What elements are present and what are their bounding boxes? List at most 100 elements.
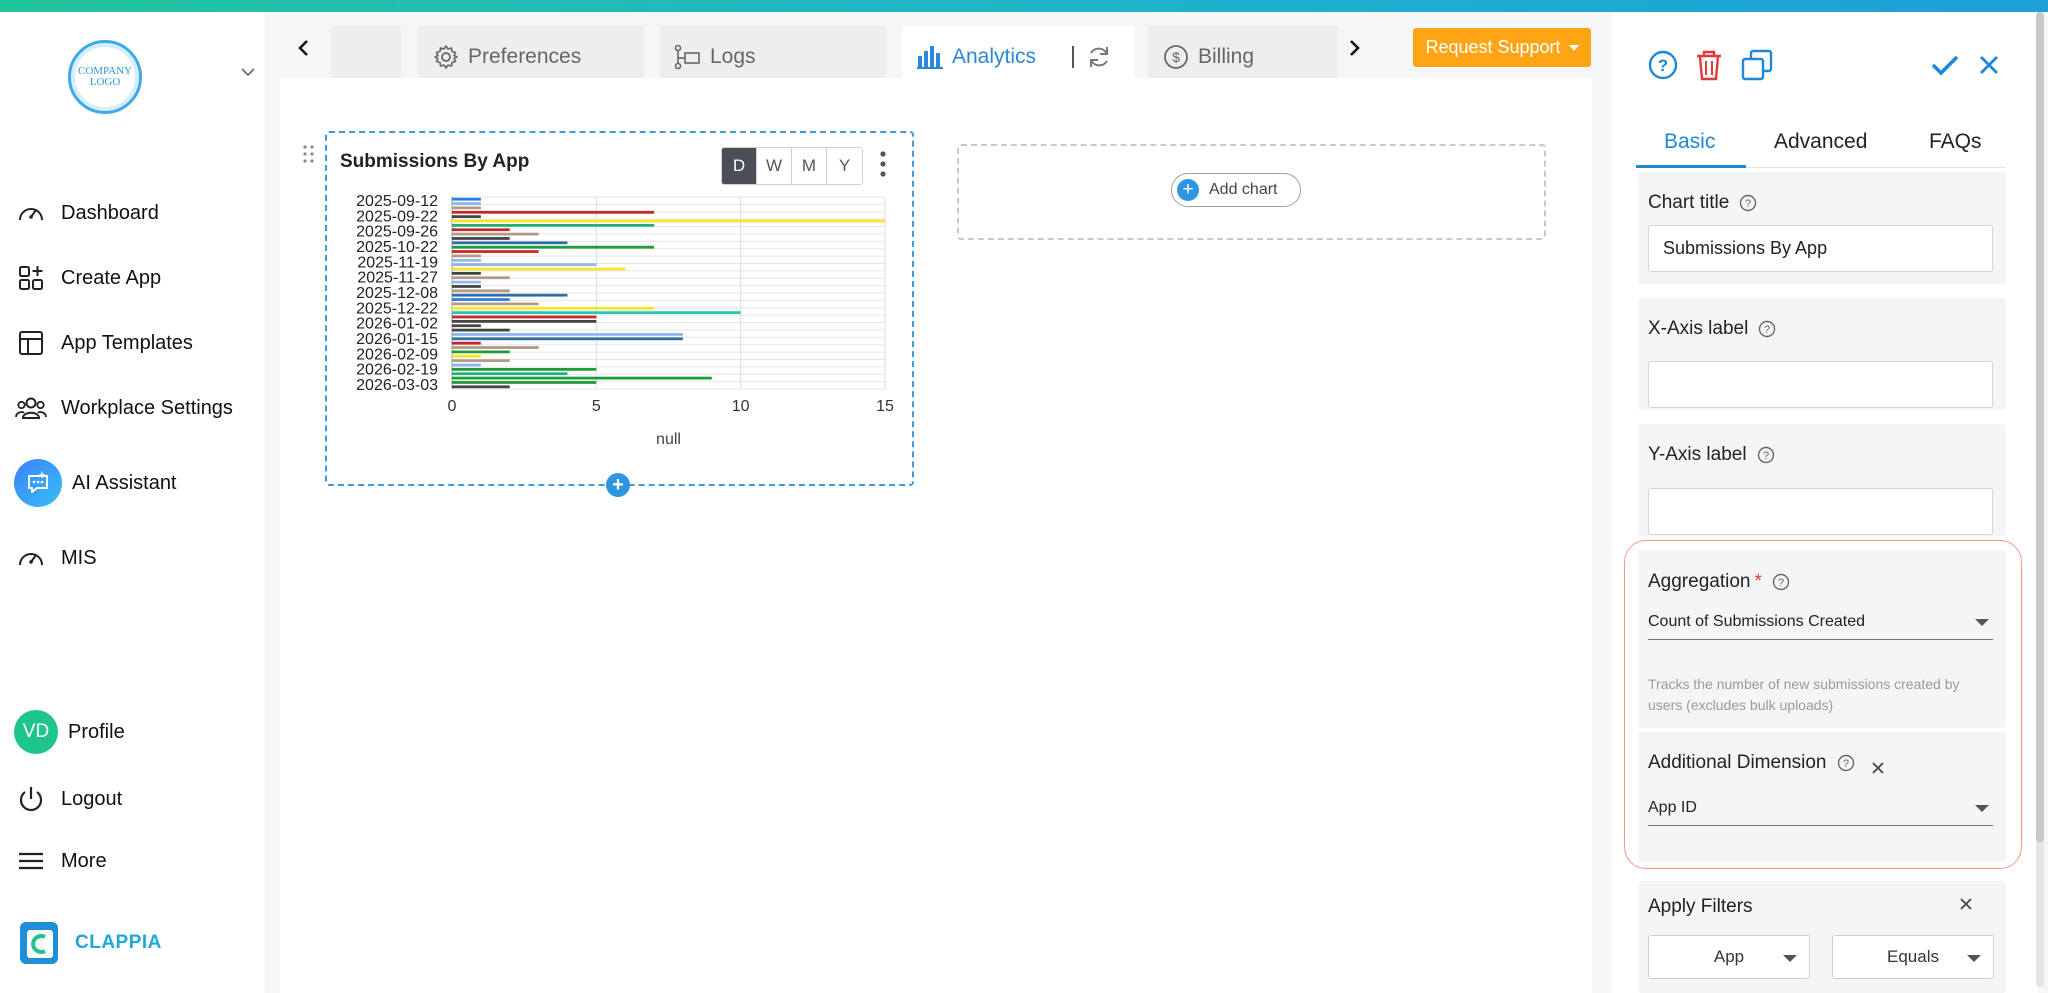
x-tick-label: 15	[876, 398, 894, 415]
trash-icon[interactable]	[1692, 48, 1726, 82]
filter-field-select[interactable]: App	[1648, 935, 1810, 979]
sidebar-item-profile[interactable]: VD Profile	[14, 709, 125, 755]
sidebar-item-label: Create App	[61, 266, 162, 289]
filters-section: Apply Filters App Equals	[1638, 881, 2006, 993]
bar	[452, 311, 741, 315]
gauge-icon	[14, 541, 48, 575]
tab-advanced[interactable]: Advanced	[1774, 116, 1867, 168]
chevron-down-icon[interactable]	[240, 64, 256, 80]
chart-title-section: Chart title?	[1638, 172, 2006, 284]
help-icon[interactable]: ?	[1758, 320, 1776, 338]
bar	[452, 263, 597, 267]
bar	[452, 324, 481, 328]
y-axis-input[interactable]	[1648, 488, 1993, 535]
sidebar-item-dashboard[interactable]: Dashboard	[14, 193, 159, 233]
filter-operator-select[interactable]: Equals	[1832, 935, 1994, 979]
filters-label: Apply Filters	[1648, 896, 1753, 917]
bar	[452, 250, 539, 253]
clappia-brand: CLAPPIA	[18, 920, 162, 966]
request-support-button[interactable]: Request Support	[1413, 28, 1591, 67]
bar	[452, 337, 683, 341]
drag-handle-icon[interactable]	[302, 144, 316, 164]
sidebar-item-workplace-settings[interactable]: Workplace Settings	[14, 388, 233, 428]
add-chart-button[interactable]: + Add chart	[1171, 173, 1301, 207]
copy-icon[interactable]	[1740, 48, 1774, 82]
plus-icon: +	[1177, 179, 1199, 201]
bar	[452, 267, 626, 271]
y-tick-label: 2026-03-03	[356, 377, 438, 394]
bar	[452, 359, 510, 363]
dropdown-arrow-icon	[1967, 955, 1981, 962]
svg-text:?: ?	[1763, 450, 1769, 462]
help-icon[interactable]: ?	[1757, 446, 1775, 464]
dropdown-arrow-icon	[1783, 955, 1797, 962]
tab-faqs[interactable]: FAQs	[1929, 116, 1982, 168]
sidebar-item-label: App Templates	[61, 331, 193, 354]
bar	[452, 381, 597, 384]
highlight-outline	[1624, 540, 2022, 869]
power-icon	[14, 782, 48, 816]
chart-title-label: Chart title?	[1648, 192, 1757, 214]
bar	[452, 289, 510, 293]
bar	[452, 258, 481, 262]
bar	[452, 206, 481, 210]
x-tick-label: 0	[448, 398, 457, 415]
clappia-logo-icon	[20, 922, 58, 964]
check-icon[interactable]	[1928, 48, 1962, 82]
x-axis-input[interactable]	[1648, 361, 1993, 408]
bar	[452, 367, 597, 371]
sidebar-item-ai-assistant[interactable]: AI Assistant	[14, 457, 177, 509]
bar	[452, 363, 481, 367]
bar	[452, 215, 481, 219]
gear-icon	[432, 43, 460, 71]
panel-scrollbar-thumb[interactable]	[2036, 12, 2044, 842]
chart-card[interactable]: Submissions By App D W M Y 0 5 10 15 2025-09…	[325, 131, 914, 486]
sidebar-item-app-templates[interactable]: App Templates	[14, 323, 193, 363]
close-icon[interactable]	[1976, 52, 2002, 78]
sidebar-item-create-app[interactable]: Create App	[14, 258, 161, 298]
add-below-button[interactable]: +	[606, 473, 630, 497]
sidebar-item-more[interactable]: More	[14, 841, 107, 881]
bar	[452, 228, 510, 232]
chart-title-input[interactable]	[1648, 225, 1993, 272]
bar	[452, 254, 481, 258]
sidebar-item-mis[interactable]: MIS	[14, 538, 97, 578]
close-filters-icon[interactable]	[1958, 896, 1974, 912]
bar	[452, 385, 510, 389]
sidebar-item-logout[interactable]: Logout	[14, 779, 122, 819]
company-logo[interactable]: COMPANY LOGO	[68, 40, 142, 114]
svg-text:?: ?	[1764, 324, 1770, 336]
bar	[452, 306, 655, 310]
analytics-canvas: Submissions By App D W M Y 0 5 10 15 2025-09…	[280, 78, 1592, 993]
sidebar: COMPANY LOGO Dashboard Create App App Te…	[0, 12, 266, 993]
divider	[1072, 46, 1075, 68]
sidebar-item-label: Dashboard	[61, 201, 159, 224]
chevron-left-icon[interactable]	[290, 34, 318, 62]
bar	[452, 241, 568, 245]
active-tab-indicator	[1636, 165, 1746, 168]
bar-chart: 0 5 10 152025-09-122025-09-222025-09-262025…	[356, 193, 894, 448]
help-icon[interactable]: ?	[1739, 194, 1757, 212]
x-tick-label: 5	[592, 398, 601, 415]
x-axis-title: null	[656, 431, 681, 448]
tab-basic[interactable]: Basic	[1664, 116, 1715, 168]
hamburger-icon	[14, 844, 48, 878]
bar	[452, 202, 481, 205]
bar	[452, 319, 597, 323]
bar	[452, 280, 481, 284]
bar	[452, 271, 481, 275]
bar	[452, 341, 481, 345]
grid-plus-icon	[14, 261, 48, 295]
bar	[452, 350, 510, 354]
bar	[452, 328, 510, 332]
bar	[452, 376, 712, 380]
svg-text:?: ?	[1658, 56, 1668, 75]
refresh-icon[interactable]	[1086, 44, 1112, 70]
chevron-right-icon[interactable]	[1340, 34, 1368, 62]
bar	[452, 197, 481, 201]
bar	[452, 237, 510, 240]
logs-icon	[674, 43, 702, 71]
bar	[452, 223, 655, 227]
help-icon[interactable]: ?	[1646, 48, 1680, 82]
x-axis-section: X-Axis label?	[1638, 298, 2006, 410]
